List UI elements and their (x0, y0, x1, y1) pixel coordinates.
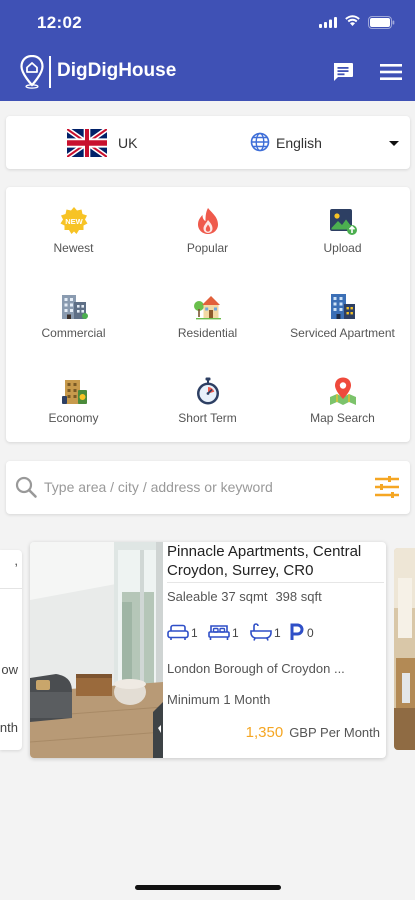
status-bar: 12:02 (0, 0, 415, 44)
home-indicator (135, 885, 281, 890)
globe-icon (250, 132, 270, 152)
feature-parking: 0 (289, 622, 314, 642)
search-bar (6, 461, 410, 514)
category-commercial[interactable]: Commercial (6, 272, 141, 352)
listing-card[interactable]: Pinnacle Apartments, Central Croydon, Su… (30, 542, 386, 758)
previous-listing-text: ow (1, 662, 18, 677)
app-header: 12:02 DigDigHouse (0, 0, 415, 101)
listing-area: Saleable 37 sqmt 398 sqft (167, 589, 330, 604)
category-label: Popular (186, 241, 229, 255)
chevron-down-icon[interactable] (389, 141, 399, 146)
listing-photo (30, 542, 163, 758)
category-short-term[interactable]: Short Term (140, 357, 275, 437)
feature-count: 0 (307, 626, 314, 640)
category-label: Upload (323, 241, 362, 255)
wifi-icon (345, 15, 360, 26)
chat-message-icon[interactable] (331, 60, 355, 84)
feature-living-rooms: 1 (167, 622, 198, 642)
category-residential[interactable]: Residential (140, 272, 275, 352)
feature-count: 1 (274, 626, 281, 640)
category-grid: NEW Newest Popular Upload Commercial Res… (6, 187, 410, 442)
listing-min-stay: Minimum 1 Month (167, 692, 271, 707)
category-popular[interactable]: Popular (140, 187, 275, 267)
feature-bathrooms: 1 (250, 622, 281, 642)
cellular-signal-icon (319, 17, 337, 28)
category-economy[interactable]: Economy (6, 357, 141, 437)
new-badge-icon: NEW (60, 207, 87, 234)
category-newest[interactable]: NEW Newest (6, 187, 141, 267)
previous-listing-text: , (14, 553, 18, 568)
search-icon[interactable] (14, 475, 38, 499)
app-bar: DigDigHouse (0, 52, 415, 92)
region-label[interactable]: UK (118, 135, 137, 151)
logo-divider (49, 56, 51, 88)
listing-borough: London Borough of Croydon ... (167, 661, 345, 676)
apartment-building-icon (330, 294, 355, 319)
previous-listing-card[interactable]: , ow nth (0, 550, 22, 750)
bed-icon (208, 625, 230, 640)
price-unit: GBP Per Month (289, 725, 380, 740)
feature-count: 1 (232, 626, 239, 640)
sofa-icon (167, 624, 189, 640)
parking-icon (290, 623, 304, 640)
category-label: Newest (53, 241, 94, 255)
battery-icon (368, 16, 395, 29)
svg-text:NEW: NEW (65, 217, 83, 226)
next-listing-card[interactable] (394, 548, 415, 750)
previous-listing-text: nth (0, 720, 18, 735)
upload-photo-icon (329, 209, 357, 235)
saleable-area: Saleable 37 sqmt (167, 589, 268, 604)
category-map-search[interactable]: Map Search (275, 357, 410, 437)
language-label[interactable]: English (276, 135, 322, 151)
status-time: 12:02 (37, 13, 82, 32)
search-input[interactable] (44, 473, 334, 501)
locale-selector[interactable]: UK English (6, 116, 410, 169)
category-label: Economy (48, 411, 99, 425)
app-title: DigDigHouse (57, 60, 177, 81)
office-building-icon (61, 295, 88, 319)
filter-sliders-icon[interactable] (374, 475, 400, 499)
feature-count: 1 (191, 626, 198, 640)
category-label: Commercial (41, 326, 106, 340)
location-pin-logo-icon (20, 55, 44, 89)
bathtub-icon (250, 623, 272, 641)
feature-bedrooms: 1 (208, 622, 239, 642)
stopwatch-icon (196, 377, 219, 405)
economy-building-icon (61, 380, 87, 404)
listing-info: Pinnacle Apartments, Central Croydon, Su… (167, 542, 384, 758)
map-pin-icon (329, 377, 356, 405)
hamburger-menu-icon[interactable] (380, 62, 402, 82)
area-sqft: 398 sqft (275, 589, 322, 604)
uk-flag-icon (67, 129, 107, 157)
category-label: Residential (177, 326, 238, 340)
category-label: Short Term (178, 411, 237, 425)
card-divider (0, 588, 22, 589)
listing-price: 1,350 GBP Per Month (246, 724, 380, 741)
listing-title: Pinnacle Apartments, Central Croydon, Su… (167, 543, 362, 579)
category-upload[interactable]: Upload (275, 187, 410, 267)
flame-icon (197, 208, 218, 234)
category-label: Serviced Apartment (290, 326, 395, 340)
listing-divider (167, 582, 384, 583)
house-icon (193, 296, 221, 320)
price-amount: 1,350 (245, 724, 284, 741)
category-serviced-apartment[interactable]: Serviced Apartment (275, 272, 410, 352)
category-label: Map Search (310, 411, 375, 425)
